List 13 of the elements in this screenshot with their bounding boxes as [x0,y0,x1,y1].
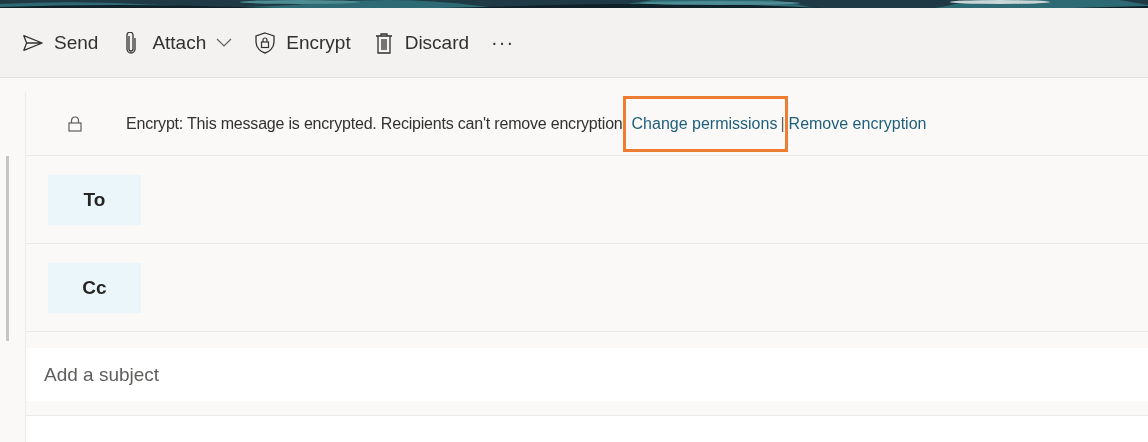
encryption-message: Encrypt: This message is encrypted. Recipients can't remove encryption [126,114,623,133]
recipient-button[interactable]: To [48,174,141,225]
separator: | [780,114,785,133]
send-button[interactable]: Send [22,31,99,54]
discard-button[interactable]: Discard [372,31,470,54]
more-button[interactable]: ··· [491,31,515,54]
lock-icon [68,115,82,132]
subject-field[interactable]: Add a subject [26,348,1148,401]
recipient-button[interactable]: Cc [48,262,141,313]
shield-lock-icon [254,31,277,54]
encrypt-button[interactable]: Encrypt [254,31,351,54]
scrollbar[interactable] [6,156,9,341]
attach-button[interactable]: Attach [120,31,233,54]
